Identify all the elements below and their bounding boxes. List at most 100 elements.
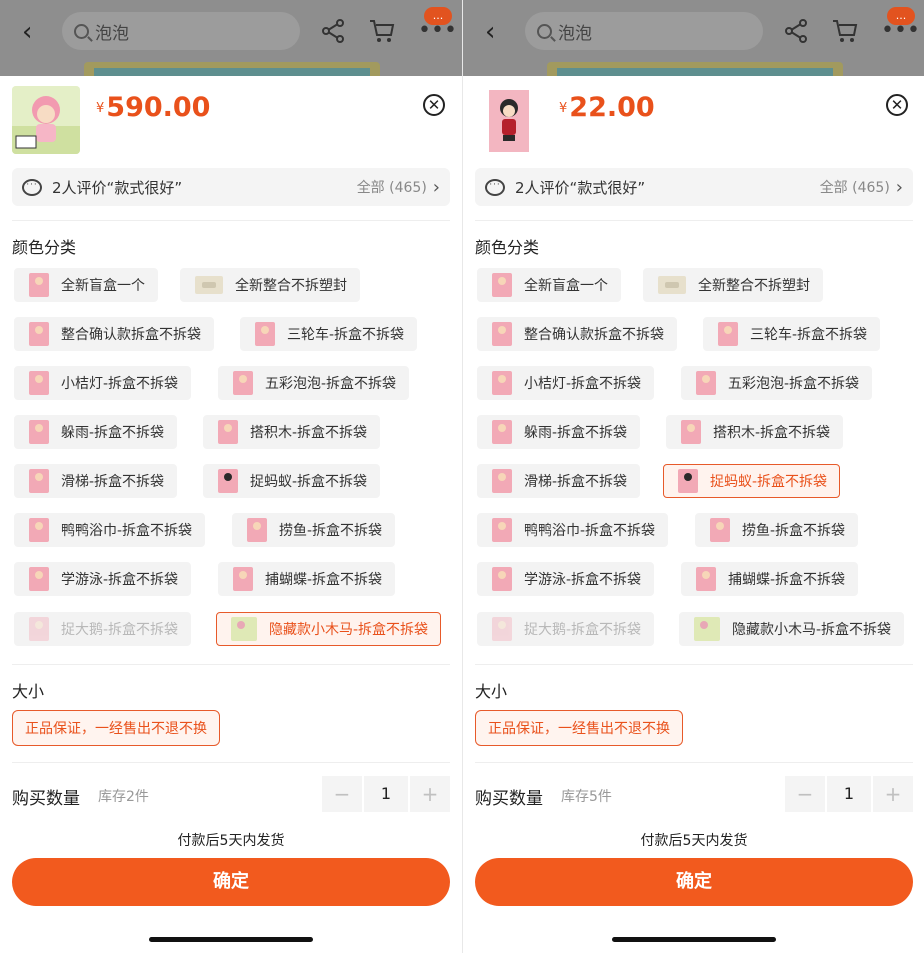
- sku-option[interactable]: 全新盲盒一个: [14, 268, 158, 302]
- sku-option-selected[interactable]: 捉蚂蚁-拆盒不拆袋: [663, 464, 841, 498]
- divider: [12, 762, 450, 763]
- confirm-button[interactable]: 确定: [475, 858, 913, 906]
- option-label: 捞鱼-拆盒不拆袋: [279, 523, 383, 539]
- option-thumb-icon: [29, 420, 49, 444]
- share-icon[interactable]: [783, 18, 809, 44]
- close-icon[interactable]: ✕: [423, 94, 445, 116]
- option-thumb-icon: [195, 276, 223, 294]
- search-icon: [74, 23, 89, 39]
- sku-option[interactable]: 整合确认款拆盒不拆袋: [14, 317, 214, 351]
- sku-option[interactable]: 学游泳-拆盒不拆袋: [477, 562, 655, 596]
- option-thumb-icon: [492, 567, 512, 591]
- size-option-selected[interactable]: 正品保证，一经售出不退不换: [475, 710, 683, 746]
- option-thumb-icon: [29, 322, 49, 346]
- price-currency: ¥: [559, 101, 568, 116]
- product-thumbnail: [475, 86, 543, 154]
- sku-option[interactable]: 三轮车-拆盒不拆袋: [240, 317, 418, 351]
- sku-option[interactable]: 整合确认款拆盒不拆袋: [477, 317, 677, 351]
- option-label: 滑梯-拆盒不拆袋: [61, 474, 165, 490]
- option-thumb-icon: [492, 617, 512, 641]
- close-icon[interactable]: ✕: [886, 94, 908, 116]
- option-label: 搭积木-拆盒不拆袋: [250, 425, 368, 441]
- sku-option[interactable]: 躲雨-拆盒不拆袋: [14, 415, 178, 449]
- stock-count: 库存5件: [561, 789, 612, 805]
- sku-option[interactable]: 滑梯-拆盒不拆袋: [477, 464, 641, 498]
- sku-option[interactable]: 捕蝴蝶-拆盒不拆袋: [681, 562, 859, 596]
- search-bar[interactable]: 泡泡: [62, 12, 300, 50]
- product-figure-icon: [12, 86, 80, 154]
- sku-option[interactable]: 五彩泡泡-拆盒不拆袋: [218, 366, 410, 400]
- sku-option-selected[interactable]: 隐藏款小木马-拆盒不拆袋: [216, 612, 442, 646]
- review-summary[interactable]: ··· 2人评价“款式很好” 全部 (465) ›: [475, 168, 913, 206]
- option-label: 鸭鸭浴巾-拆盒不拆袋: [524, 523, 656, 539]
- increment-button[interactable]: +: [873, 776, 913, 812]
- option-thumb-icon: [658, 276, 686, 294]
- cart-icon[interactable]: [368, 18, 396, 44]
- option-label: 捉大鹅-拆盒不拆袋: [61, 622, 179, 638]
- dimmed-header: ‹ 泡泡 ••• ...: [463, 0, 924, 76]
- share-icon[interactable]: [320, 18, 346, 44]
- color-section-title: 颜色分类: [12, 238, 77, 257]
- quantity-label: 购买数量: [12, 789, 80, 809]
- screenshot-pair: ‹ 泡泡 ••• ... ¥590.00 ✕ ··· 2人评价“款式很好” 全部…: [0, 0, 924, 953]
- option-label: 鸭鸭浴巾-拆盒不拆袋: [61, 523, 193, 539]
- option-label: 滑梯-拆盒不拆袋: [524, 474, 628, 490]
- sku-option[interactable]: 躲雨-拆盒不拆袋: [477, 415, 641, 449]
- price-value: 590.00: [106, 92, 211, 123]
- sku-option[interactable]: 捞鱼-拆盒不拆袋: [695, 513, 859, 547]
- increment-button[interactable]: +: [410, 776, 450, 812]
- option-thumb-icon: [233, 567, 253, 591]
- message-badge: ...: [424, 7, 452, 25]
- option-thumb-icon: [678, 469, 698, 493]
- sku-option[interactable]: 鸭鸭浴巾-拆盒不拆袋: [14, 513, 206, 547]
- sku-sheet: ¥590.00 ✕ ··· 2人评价“款式很好” 全部 (465) › 颜色分类…: [0, 76, 462, 953]
- sku-option[interactable]: 滑梯-拆盒不拆袋: [14, 464, 178, 498]
- option-thumb-icon: [218, 420, 238, 444]
- sku-option[interactable]: 鸭鸭浴巾-拆盒不拆袋: [477, 513, 669, 547]
- sku-option[interactable]: 小桔灯-拆盒不拆袋: [14, 366, 192, 400]
- price-currency: ¥: [96, 101, 105, 116]
- option-thumb-icon: [492, 273, 512, 297]
- stock-count: 库存2件: [98, 789, 149, 805]
- sku-option[interactable]: 全新整合不拆塑封: [180, 268, 360, 302]
- sku-option[interactable]: 搭积木-拆盒不拆袋: [666, 415, 844, 449]
- back-icon[interactable]: ‹: [485, 18, 507, 46]
- option-label: 三轮车-拆盒不拆袋: [287, 327, 405, 343]
- sku-option[interactable]: 捞鱼-拆盒不拆袋: [232, 513, 396, 547]
- review-summary[interactable]: ··· 2人评价“款式很好” 全部 (465) ›: [12, 168, 450, 206]
- sku-option[interactable]: 五彩泡泡-拆盒不拆袋: [681, 366, 873, 400]
- option-thumb-icon: [492, 420, 512, 444]
- search-bar[interactable]: 泡泡: [525, 12, 763, 50]
- shipping-note: 付款后5天内发货: [640, 833, 748, 849]
- cart-icon[interactable]: [831, 18, 859, 44]
- confirm-button[interactable]: 确定: [12, 858, 450, 906]
- sku-option[interactable]: 隐藏款小木马-拆盒不拆袋: [679, 612, 905, 646]
- option-label: 捞鱼-拆盒不拆袋: [742, 523, 846, 539]
- sku-option[interactable]: 学游泳-拆盒不拆袋: [14, 562, 192, 596]
- sku-option[interactable]: 全新盲盒一个: [477, 268, 621, 302]
- price: ¥590.00: [96, 92, 210, 123]
- divider: [12, 220, 450, 221]
- decrement-button[interactable]: −: [322, 776, 362, 812]
- sku-option[interactable]: 小桔灯-拆盒不拆袋: [477, 366, 655, 400]
- sku-option[interactable]: 搭积木-拆盒不拆袋: [203, 415, 381, 449]
- chevron-right-icon: ›: [432, 176, 440, 198]
- decrement-button[interactable]: −: [785, 776, 825, 812]
- quantity-value[interactable]: 1: [364, 776, 408, 812]
- sku-option[interactable]: 三轮车-拆盒不拆袋: [703, 317, 881, 351]
- option-thumb-icon: [718, 322, 738, 346]
- option-label: 全新整合不拆塑封: [235, 278, 347, 294]
- option-label: 捉蚂蚁-拆盒不拆袋: [250, 474, 368, 490]
- sku-option[interactable]: 捕蝴蝶-拆盒不拆袋: [218, 562, 396, 596]
- option-label: 小桔灯-拆盒不拆袋: [524, 376, 642, 392]
- quantity-stepper: − 1 +: [785, 776, 913, 812]
- sku-option[interactable]: 全新整合不拆塑封: [643, 268, 823, 302]
- sku-option[interactable]: 捉蚂蚁-拆盒不拆袋: [203, 464, 381, 498]
- quantity-value[interactable]: 1: [827, 776, 871, 812]
- size-option-selected[interactable]: 正品保证，一经售出不退不换: [12, 710, 220, 746]
- option-thumb-icon: [29, 567, 49, 591]
- message-badge: ...: [887, 7, 915, 25]
- option-thumb-icon: [710, 518, 730, 542]
- review-all-count: 全部 (465): [356, 180, 427, 196]
- back-icon[interactable]: ‹: [22, 18, 44, 46]
